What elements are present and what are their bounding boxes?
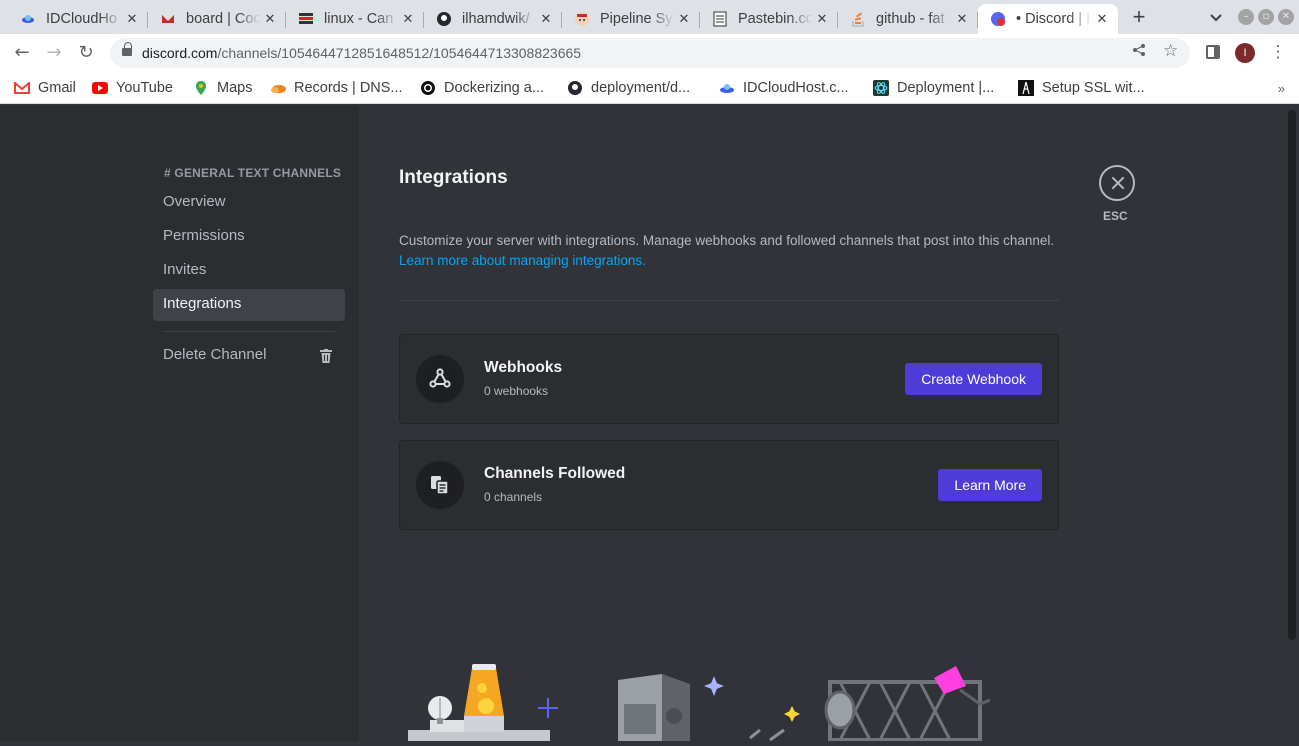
close-tab-icon[interactable]: ✕ bbox=[398, 11, 418, 27]
bookmark-maps[interactable]: Maps bbox=[193, 77, 252, 99]
close-tab-icon[interactable]: ✕ bbox=[674, 11, 694, 27]
bookmarks-bar: Gmail YouTube Maps Records | DNS... Dock… bbox=[0, 72, 1299, 104]
bookmark-idcloudhost[interactable]: IDCloudHost.c... bbox=[719, 77, 849, 99]
tab-search-chevron-icon[interactable] bbox=[1206, 8, 1226, 28]
idcloudhost-icon bbox=[719, 80, 735, 96]
sidebar-item-integrations[interactable]: Integrations bbox=[153, 289, 345, 321]
channel-follow-icon bbox=[416, 461, 464, 509]
sidebar-item-overview[interactable]: Overview bbox=[153, 187, 345, 219]
gmail-icon bbox=[14, 80, 30, 96]
close-tab-icon[interactable]: ✕ bbox=[952, 11, 972, 27]
content-divider bbox=[399, 300, 1059, 301]
bookmark-youtube[interactable]: YouTube bbox=[92, 77, 173, 99]
webhook-icon bbox=[416, 355, 464, 403]
back-button[interactable]: ← bbox=[10, 41, 34, 65]
webhooks-card[interactable]: Webhooks 0 webhooks Create Webhook bbox=[399, 334, 1059, 424]
browser-tab-active[interactable]: • Discord | I ✕ bbox=[978, 4, 1118, 34]
side-panel-icon[interactable] bbox=[1206, 45, 1220, 59]
youtube-icon bbox=[92, 80, 108, 96]
address-bar[interactable]: discord.com/channels/1054644712851648512… bbox=[110, 38, 1190, 68]
close-settings-button[interactable] bbox=[1099, 165, 1135, 201]
scrollbar-track[interactable] bbox=[1288, 110, 1296, 640]
channels-followed-card[interactable]: Channels Followed 0 channels Learn More bbox=[399, 440, 1059, 530]
medium-icon bbox=[420, 80, 436, 96]
webhooks-title: Webhooks bbox=[484, 359, 563, 376]
jenkins-icon bbox=[574, 11, 590, 27]
new-tab-button[interactable]: + bbox=[1127, 6, 1151, 30]
close-tab-icon[interactable]: ✕ bbox=[812, 11, 832, 27]
github-icon bbox=[567, 80, 583, 96]
learn-more-integrations-link[interactable]: Learn more about managing integrations. bbox=[399, 251, 1059, 271]
browser-tab[interactable]: Pastebin.co ✕ bbox=[700, 4, 838, 34]
forward-button[interactable]: → bbox=[42, 41, 66, 65]
cloudflare-icon bbox=[270, 80, 286, 96]
browser-tab-bar: IDCloudHo ✕ board | Coc ✕ linux - Can ✕ … bbox=[0, 0, 1299, 34]
idcloudhost-icon bbox=[20, 11, 36, 27]
sidebar-item-permissions[interactable]: Permissions bbox=[153, 221, 345, 253]
page-title: Integrations bbox=[399, 167, 508, 188]
bookmark-deployment-github[interactable]: deployment/d... bbox=[567, 77, 690, 99]
browser-tab[interactable]: IDCloudHo ✕ bbox=[8, 4, 148, 34]
learn-more-button[interactable]: Learn More bbox=[938, 469, 1042, 501]
stackoverflow-icon bbox=[850, 11, 866, 27]
bookmark-deployment-react[interactable]: Deployment |... bbox=[873, 77, 994, 99]
bookmarks-overflow-icon[interactable]: » bbox=[1278, 81, 1285, 96]
sidebar-header: # GENERAL TEXT CHANNELS bbox=[164, 166, 342, 180]
close-tab-icon[interactable]: ✕ bbox=[1092, 11, 1112, 27]
close-tab-icon[interactable]: ✕ bbox=[122, 11, 142, 27]
delete-channel-button[interactable]: Delete Channel bbox=[153, 340, 345, 372]
bookmark-setup-ssl[interactable]: Setup SSL wit... bbox=[1018, 77, 1145, 99]
trash-icon bbox=[320, 349, 332, 363]
reload-button[interactable]: ↻ bbox=[74, 41, 98, 65]
board-icon bbox=[160, 11, 176, 27]
esc-label: ESC bbox=[1103, 209, 1128, 223]
channels-followed-title: Channels Followed bbox=[484, 465, 626, 482]
create-webhook-button[interactable]: Create Webhook bbox=[905, 363, 1042, 395]
bookmark-star-icon[interactable]: ☆ bbox=[1163, 41, 1178, 61]
maximize-window-button[interactable]: ▫ bbox=[1258, 9, 1274, 25]
sidebar-divider bbox=[163, 331, 335, 332]
browser-menu-icon[interactable]: ⋮ bbox=[1268, 42, 1288, 62]
share-icon[interactable] bbox=[1132, 43, 1146, 60]
bookmark-gmail[interactable]: Gmail bbox=[14, 77, 76, 99]
close-window-button[interactable]: ✕ bbox=[1278, 9, 1294, 25]
integrations-illustration bbox=[400, 660, 1020, 744]
webhooks-count: 0 webhooks bbox=[484, 384, 549, 398]
tower-icon bbox=[1018, 80, 1034, 96]
browser-tab[interactable]: Pipeline Sy ✕ bbox=[562, 4, 700, 34]
stackexchange-icon bbox=[298, 11, 314, 27]
profile-avatar[interactable]: I bbox=[1235, 43, 1255, 63]
pastebin-icon bbox=[712, 11, 728, 27]
browser-toolbar: ← → ↻ discord.com/channels/1054644712851… bbox=[0, 34, 1299, 72]
browser-tab[interactable]: github - fat ✕ bbox=[838, 4, 978, 34]
browser-tab[interactable]: linux - Can ✕ bbox=[286, 4, 424, 34]
github-icon bbox=[436, 11, 452, 27]
react-icon bbox=[873, 80, 889, 96]
maps-icon bbox=[193, 80, 209, 96]
bookmark-dns-records[interactable]: Records | DNS... bbox=[270, 77, 403, 99]
minimize-window-button[interactable]: – bbox=[1238, 9, 1254, 25]
hash-icon: # bbox=[164, 166, 171, 180]
bookmark-dockerizing[interactable]: Dockerizing a... bbox=[420, 77, 544, 99]
integrations-description: Customize your server with integrations.… bbox=[399, 231, 1059, 271]
channels-followed-count: 0 channels bbox=[484, 490, 543, 504]
close-tab-icon[interactable]: ✕ bbox=[260, 11, 280, 27]
url-text[interactable]: discord.com/channels/1054644712851648512… bbox=[142, 45, 581, 61]
close-tab-icon[interactable]: ✕ bbox=[536, 11, 556, 27]
browser-tab[interactable]: ilhamdwik/ ✕ bbox=[424, 4, 562, 34]
lock-icon[interactable] bbox=[122, 42, 132, 58]
sidebar-item-invites[interactable]: Invites bbox=[153, 255, 345, 287]
browser-tab[interactable]: board | Coc ✕ bbox=[148, 4, 286, 34]
discord-icon bbox=[990, 11, 1006, 27]
